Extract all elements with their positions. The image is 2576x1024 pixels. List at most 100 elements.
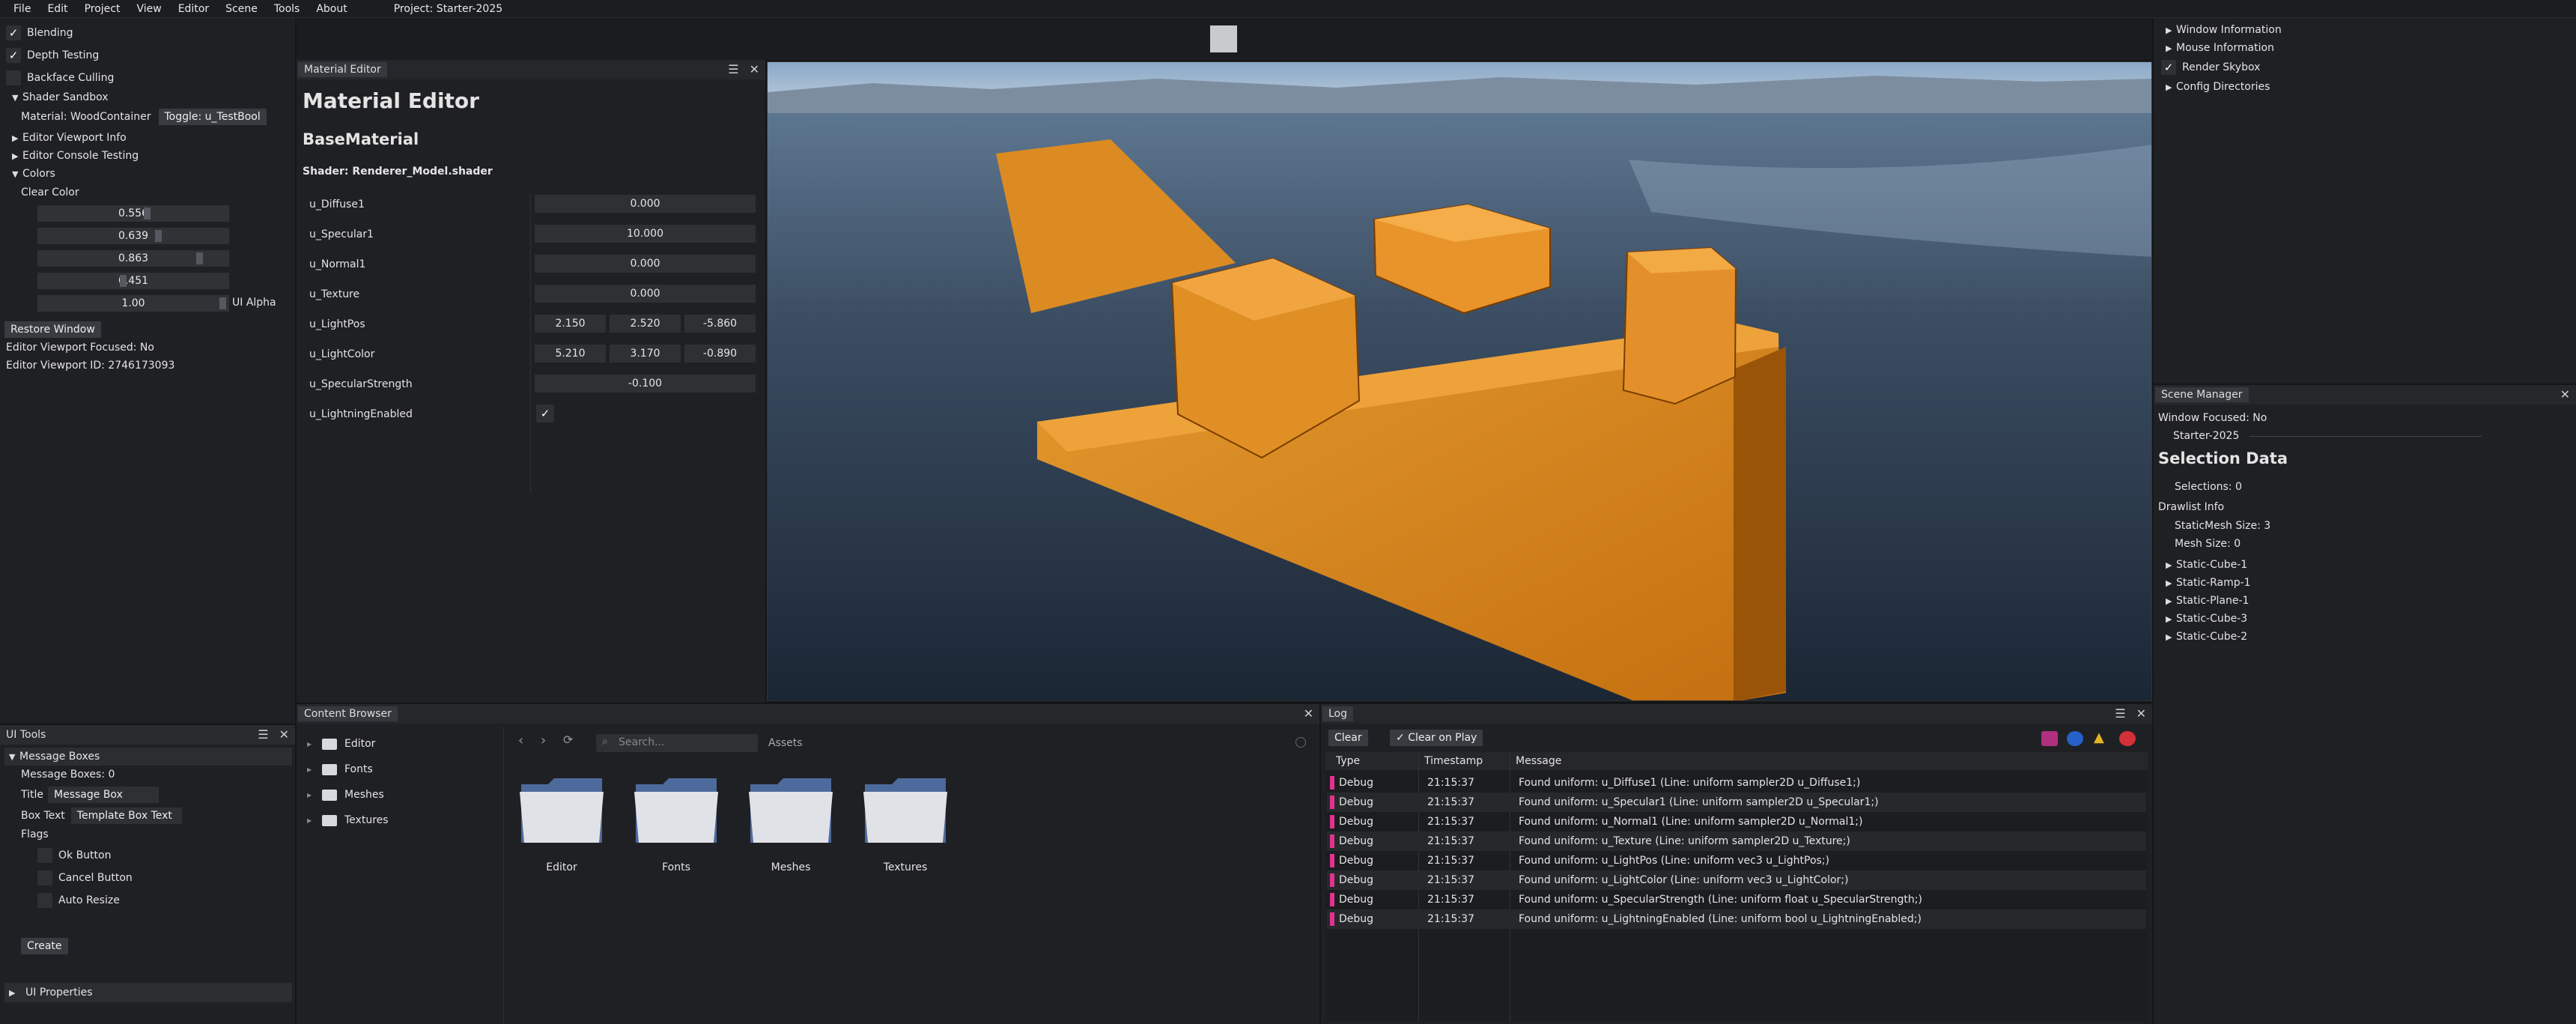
tree-meshes[interactable]: ▶ Meshes: [307, 789, 384, 801]
play-button[interactable]: [1210, 25, 1237, 52]
content-browser-tab[interactable]: Content Browser: [298, 706, 398, 721]
normal-field[interactable]: 0.000: [535, 255, 756, 273]
console-testing-node[interactable]: ▶ Editor Console Testing: [12, 150, 139, 162]
ui-properties-node[interactable]: ▶ UI Properties: [4, 983, 292, 1002]
clear-button[interactable]: Clear: [1328, 730, 1368, 746]
uniform-lightpos-label: u_LightPos: [309, 318, 365, 330]
log-row[interactable]: Debug 21:15:37 Found uniform: u_SpecularSt…: [1327, 890, 2146, 909]
menu-scene[interactable]: Scene: [219, 3, 264, 15]
log-tab[interactable]: Log: [1322, 706, 1354, 721]
colors-node[interactable]: ▼ Colors: [12, 168, 55, 180]
log-row[interactable]: Debug 21:15:37 Found uniform: u_Diffuse1 (…: [1327, 773, 2146, 793]
log-row[interactable]: Debug 21:15:37 Found uniform: u_LightningE…: [1327, 909, 2146, 929]
scene-item[interactable]: ▶ Static-Cube-1: [2166, 559, 2247, 571]
log-row[interactable]: Debug 21:15:37 Found uniform: u_Normal1 (L…: [1327, 812, 2146, 831]
scene-item[interactable]: ▶ Static-Cube-2: [2166, 631, 2247, 643]
search-input[interactable]: ⌕ Search...: [596, 734, 758, 752]
scene-item-label: Static-Cube-3: [2176, 613, 2248, 625]
auto-resize-checkbox[interactable]: [37, 893, 52, 908]
tree-fonts[interactable]: ▶ Fonts: [307, 763, 373, 775]
lightcolor-r-field[interactable]: 5.210: [535, 345, 606, 363]
message-boxes-node[interactable]: ▼ Message Boxes: [4, 748, 292, 766]
lightpos-x-field[interactable]: 2.150: [535, 315, 606, 333]
ok-checkbox[interactable]: [37, 848, 52, 863]
render-skybox-checkbox[interactable]: ✓: [2161, 60, 2176, 75]
material-editor-tab[interactable]: Material Editor ☰ ✕: [297, 60, 765, 79]
info-filter-icon[interactable]: [2067, 731, 2083, 746]
debug-filter-icon[interactable]: [2041, 731, 2058, 746]
title-input[interactable]: Message Box: [48, 787, 160, 803]
lightpos-z-field[interactable]: -5.860: [684, 315, 756, 333]
specular-field[interactable]: 10.000: [535, 225, 756, 243]
lightning-enabled-checkbox[interactable]: ✓: [536, 405, 554, 422]
folder-icon[interactable]: [518, 774, 605, 846]
lightcolor-b-field[interactable]: -0.890: [684, 345, 756, 363]
box-text-input[interactable]: Template Box Text: [70, 808, 182, 824]
folder-icon[interactable]: [747, 774, 834, 846]
log-row[interactable]: Debug 21:15:37 Found uniform: u_LightColor…: [1327, 870, 2146, 890]
close-icon[interactable]: ✕: [750, 62, 759, 76]
config-dirs-node[interactable]: ▶ Config Directories: [2166, 81, 2270, 93]
create-button[interactable]: Create: [21, 938, 68, 954]
folder-icon[interactable]: [862, 774, 949, 846]
backface-checkbox[interactable]: [6, 70, 21, 85]
menu-tools[interactable]: Tools: [268, 3, 306, 15]
alpha-slider[interactable]: 0.451: [37, 273, 229, 289]
blue-slider[interactable]: 0.863: [37, 250, 229, 267]
uniform-lightcolor-label: u_LightColor: [309, 348, 375, 360]
menu-icon[interactable]: ☰: [2115, 706, 2125, 721]
close-icon[interactable]: ✕: [1304, 706, 1313, 721]
menu-about[interactable]: About: [310, 3, 353, 15]
blending-checkbox[interactable]: ✓: [6, 25, 21, 40]
tree-editor[interactable]: ▶ Editor: [307, 738, 375, 750]
green-slider[interactable]: 0.639: [37, 228, 229, 244]
red-slider[interactable]: 0.556: [37, 205, 229, 222]
refresh-icon[interactable]: ⟳: [563, 733, 573, 747]
close-icon[interactable]: ✕: [2136, 706, 2146, 721]
cancel-checkbox[interactable]: [37, 870, 52, 885]
clear-on-play-button[interactable]: ✓ Clear on Play: [1390, 730, 1483, 746]
scene-item[interactable]: ▶ Static-Plane-1: [2166, 595, 2249, 607]
scene-viewport[interactable]: [767, 61, 2152, 701]
close-icon[interactable]: ✕: [279, 727, 289, 742]
texture-field[interactable]: 0.000: [535, 285, 756, 303]
forward-icon[interactable]: ›: [541, 733, 546, 748]
tree-textures[interactable]: ▶ Textures: [307, 814, 389, 826]
log-row[interactable]: Debug 21:15:37 Found uniform: u_LightPos (…: [1327, 851, 2146, 870]
menu-view[interactable]: View: [130, 3, 167, 15]
specstrength-field[interactable]: -0.100: [535, 375, 756, 393]
diffuse-field[interactable]: 0.000: [535, 195, 756, 213]
depth-checkbox[interactable]: ✓: [6, 48, 21, 63]
ui-alpha-slider[interactable]: 1.00: [37, 295, 229, 312]
menu-icon[interactable]: ☰: [728, 62, 738, 76]
back-icon[interactable]: ‹: [518, 733, 523, 748]
log-row[interactable]: Debug 21:15:37 Found uniform: u_Specular1 …: [1327, 793, 2146, 812]
menu-project[interactable]: Project: [79, 3, 127, 15]
scene-item[interactable]: ▶ Static-Cube-3: [2166, 613, 2247, 625]
menu-file[interactable]: File: [7, 3, 37, 15]
menu-editor[interactable]: Editor: [172, 3, 215, 15]
restore-window-button[interactable]: Restore Window: [4, 321, 101, 338]
menu-icon[interactable]: ☰: [258, 727, 268, 742]
folder-label: Editor: [546, 861, 577, 873]
lightpos-y-field[interactable]: 2.520: [610, 315, 681, 333]
log-row[interactable]: Debug 21:15:37 Found uniform: u_Texture (L…: [1327, 831, 2146, 851]
settings-icon[interactable]: [1295, 737, 1306, 748]
window-info-node[interactable]: ▶ Window Information: [2166, 24, 2282, 36]
folder-icon[interactable]: [633, 774, 720, 846]
scene-manager-tab[interactable]: Scene Manager: [2155, 387, 2249, 402]
lightcolor-g-field[interactable]: 3.170: [610, 345, 681, 363]
warning-filter-icon[interactable]: ▲: [2094, 730, 2104, 745]
viewport-info-node[interactable]: ▶ Editor Viewport Info: [12, 132, 127, 144]
close-icon[interactable]: ✕: [2560, 387, 2570, 402]
error-filter-icon[interactable]: [2119, 731, 2136, 746]
mouse-info-node[interactable]: ▶ Mouse Information: [2166, 42, 2274, 54]
toggle-testbool-button[interactable]: Toggle: u_TestBool: [158, 109, 267, 125]
scene-item[interactable]: ▶ Static-Ramp-1: [2166, 577, 2251, 589]
console-testing-label: Editor Console Testing: [22, 150, 139, 162]
shader-sandbox-node[interactable]: ▼ Shader Sandbox: [12, 91, 109, 103]
uniform-specular-label: u_Specular1: [309, 228, 374, 240]
menu-edit[interactable]: Edit: [41, 3, 73, 15]
viewport-info-label: Editor Viewport Info: [22, 132, 127, 144]
assets-breadcrumb[interactable]: Assets: [768, 737, 803, 749]
